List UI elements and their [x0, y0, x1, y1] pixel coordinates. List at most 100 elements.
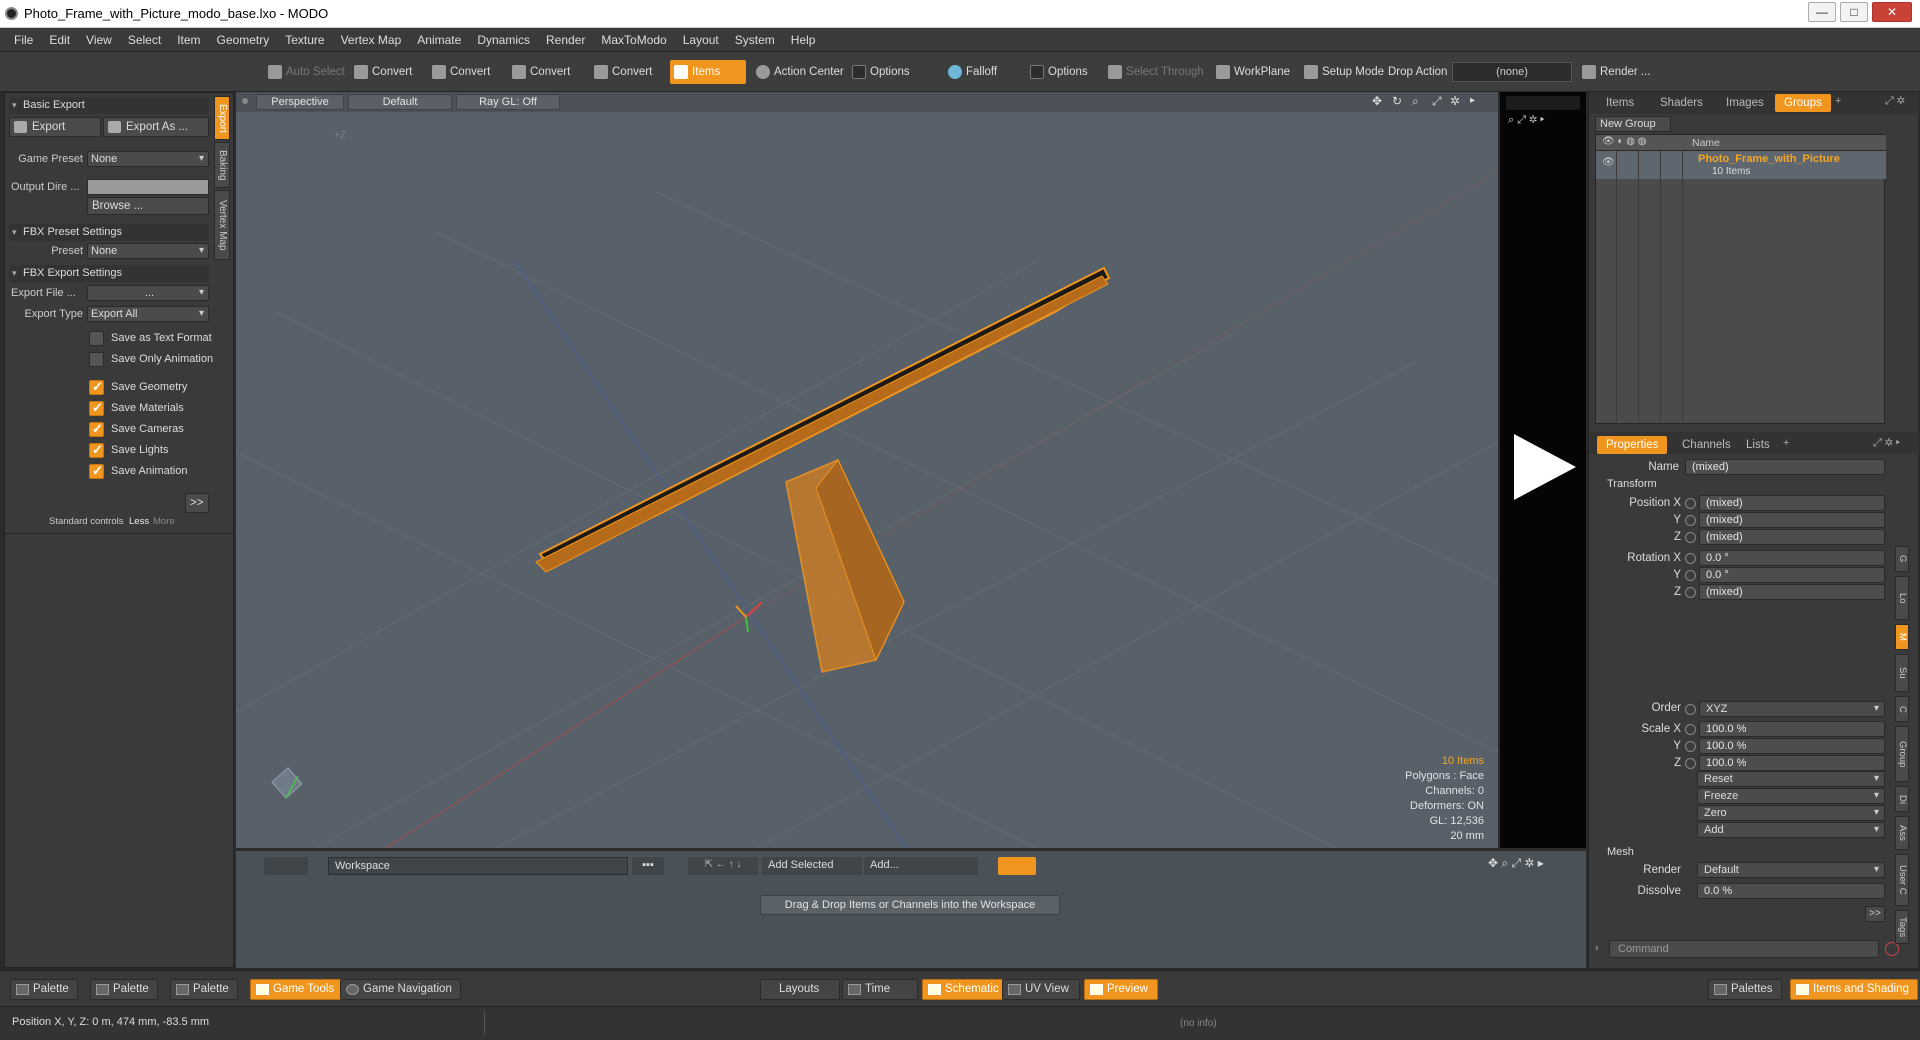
checkbox-save-only-animation[interactable]	[89, 352, 104, 367]
menu-vertex-map[interactable]: Vertex Map	[333, 28, 410, 52]
convert-materials-button[interactable]: Convert	[590, 60, 658, 84]
select-through-button[interactable]: Select Through	[1104, 60, 1210, 84]
add-selected-button[interactable]: Add Selected	[762, 857, 862, 875]
zero-dropdown[interactable]: Zero	[1697, 805, 1885, 821]
drop-action-dropdown[interactable]: (none)	[1452, 62, 1572, 82]
group-row[interactable]: 👁 Photo_Frame_with_Picture 10 Items	[1596, 151, 1886, 179]
viewport-expand-icon[interactable]: ▸	[1470, 95, 1475, 106]
add-tab-icon[interactable]: +	[1783, 437, 1789, 449]
more-options-button[interactable]: >>	[185, 493, 209, 513]
menu-system[interactable]: System	[727, 28, 783, 52]
palette-button-2[interactable]: Palette	[90, 979, 158, 1000]
checkbox-save-materials[interactable]	[89, 400, 104, 416]
vtab-di[interactable]: Di	[1895, 786, 1909, 812]
name-field[interactable]: (mixed)	[1685, 459, 1885, 475]
game-preset-dropdown[interactable]: None	[87, 151, 209, 167]
workspace-arrows-icon[interactable]: ⇱ ← ↑ ↓	[688, 857, 758, 875]
basic-export-header[interactable]: Basic Export	[9, 97, 209, 114]
menu-file[interactable]: File	[6, 28, 41, 52]
tab-vertex-map[interactable]: Vertex Map	[214, 190, 230, 260]
freeze-dropdown[interactable]: Freeze	[1697, 788, 1885, 804]
pan-icon[interactable]: ✥	[1372, 94, 1382, 108]
anim-dot[interactable]	[1685, 758, 1696, 769]
photo-frame-model[interactable]	[535, 266, 1111, 673]
tab-options-icon[interactable]: ⤢ ✲ ▸	[1873, 437, 1900, 450]
browse-button[interactable]: Browse ...	[87, 197, 209, 215]
layouts-button[interactable]: Layouts	[760, 979, 840, 1000]
palettes-button[interactable]: Palettes	[1708, 979, 1782, 1000]
workplane-button[interactable]: WorkPlane	[1212, 60, 1296, 84]
menu-edit[interactable]: Edit	[41, 28, 78, 52]
menu-select[interactable]: Select	[120, 28, 169, 52]
tab-items[interactable]: Items	[1597, 94, 1643, 112]
convert-polygons-button[interactable]: Convert	[508, 60, 576, 84]
items-mode-button[interactable]: Items	[670, 60, 746, 84]
workspace-dropdown[interactable]: Workspace	[328, 857, 628, 875]
shading-default-dropdown[interactable]: Default	[348, 94, 452, 110]
anim-dot[interactable]	[1685, 741, 1696, 752]
export-as-button[interactable]: Export As ...	[103, 117, 209, 137]
falloff-button[interactable]: Falloff	[944, 60, 1003, 84]
order-anim-dot[interactable]	[1685, 704, 1696, 715]
menu-render[interactable]: Render	[538, 28, 593, 52]
close-button[interactable]: ✕	[1872, 2, 1912, 22]
falloff-options-button[interactable]: Options	[1026, 60, 1094, 84]
vtab-m[interactable]: M	[1895, 624, 1909, 650]
convert-edges-button[interactable]: Convert	[428, 60, 496, 84]
mesh-section-header[interactable]: Mesh	[1593, 844, 1887, 860]
transform-value-field[interactable]: 100.0 %	[1699, 755, 1885, 771]
transform-value-field[interactable]: 100.0 %	[1699, 721, 1885, 737]
export-file-dropdown[interactable]: ...	[87, 285, 209, 301]
menu-help[interactable]: Help	[783, 28, 824, 52]
tab-lists[interactable]: Lists	[1737, 436, 1779, 454]
tab-groups[interactable]: Groups	[1775, 94, 1831, 112]
anim-dot[interactable]	[1685, 570, 1696, 581]
checkbox-save-as-text-format[interactable]	[89, 331, 104, 346]
transform-section-header[interactable]: Transform	[1593, 476, 1887, 492]
menu-texture[interactable]: Texture	[277, 28, 332, 52]
more-properties-button[interactable]: >>	[1865, 906, 1885, 922]
anim-dot[interactable]	[1685, 724, 1696, 735]
menu-view[interactable]: View	[78, 28, 120, 52]
perspective-dropdown[interactable]: Perspective	[256, 94, 344, 110]
transform-value-field[interactable]: (mixed)	[1699, 529, 1885, 545]
tab-shaders[interactable]: Shaders	[1651, 94, 1712, 112]
output-dir-field[interactable]	[87, 179, 209, 195]
vtab-c[interactable]: C	[1895, 696, 1909, 722]
game-navigation-button[interactable]: Game Navigation	[340, 979, 461, 1000]
anim-dot[interactable]	[1685, 515, 1696, 526]
transform-value-field[interactable]: 0.0 °	[1699, 550, 1885, 566]
action-center-options-button[interactable]: Options	[848, 60, 916, 84]
rotate-icon[interactable]: ↻	[1392, 94, 1402, 108]
checkbox-save-lights[interactable]	[89, 442, 104, 458]
reset-dropdown[interactable]: Reset	[1697, 771, 1885, 787]
items-shading-button[interactable]: Items and Shading	[1790, 979, 1918, 1000]
schematic-button[interactable]: Schematic	[922, 979, 1008, 1000]
checkbox-save-animation[interactable]	[89, 463, 104, 479]
action-center-button[interactable]: Action Center	[752, 60, 850, 84]
menu-animate[interactable]: Animate	[409, 28, 469, 52]
play-icon[interactable]	[1512, 432, 1578, 502]
workspace-tools-icon[interactable]	[264, 857, 308, 875]
menu-layout[interactable]: Layout	[675, 28, 727, 52]
command-input[interactable]: Command	[1609, 940, 1879, 958]
anim-dot[interactable]	[1685, 553, 1696, 564]
vtab-lo[interactable]: Lo	[1895, 576, 1909, 620]
workspace-nav-icons[interactable]: ✥ ⌕ ⤢ ✲ ▸	[1488, 856, 1544, 871]
export-button[interactable]: Export	[9, 117, 101, 137]
dissolve-field[interactable]: 0.0 %	[1697, 883, 1885, 899]
maximize-button[interactable]: □	[1840, 2, 1868, 22]
checkbox-save-geometry[interactable]	[89, 379, 104, 395]
palette-button-1[interactable]: Palette	[10, 979, 78, 1000]
less-link[interactable]: Less	[129, 516, 149, 527]
vtab-user-c[interactable]: User C	[1895, 854, 1909, 906]
game-tools-button[interactable]: Game Tools	[250, 979, 344, 1000]
transform-value-field[interactable]: (mixed)	[1699, 495, 1885, 511]
transform-value-field[interactable]: 0.0 °	[1699, 567, 1885, 583]
fbx-export-settings-header[interactable]: FBX Export Settings	[9, 265, 209, 282]
viewport-menu-icon[interactable]	[242, 98, 248, 104]
preview-zoom-icon[interactable]: ⌕ ⤢ ✲ ▸	[1508, 114, 1544, 127]
tab-channels[interactable]: Channels	[1673, 436, 1740, 454]
anim-dot[interactable]	[1685, 498, 1696, 509]
auto-select-button[interactable]: Auto Select	[264, 60, 351, 84]
